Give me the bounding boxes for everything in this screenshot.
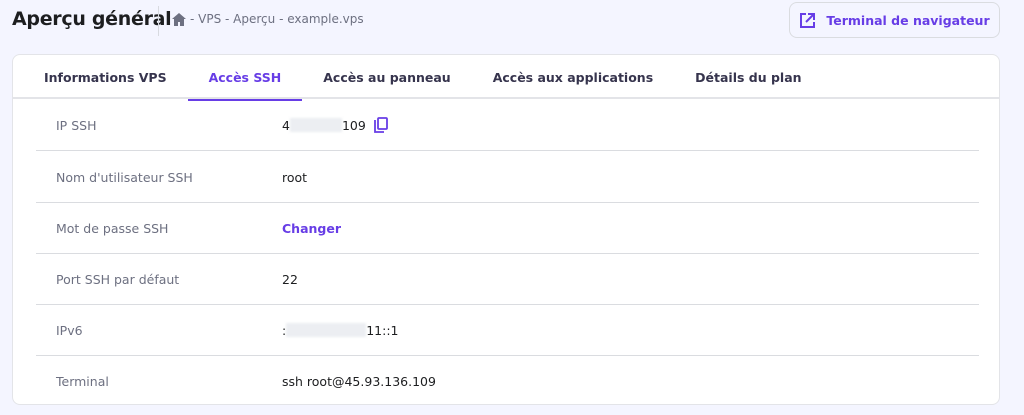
row-value: root	[282, 169, 308, 185]
ssh-command: ssh root@45.93.136.109	[282, 374, 436, 389]
row-label: Port SSH par défaut	[56, 271, 180, 287]
browser-terminal-label: Terminal de navigateur	[826, 12, 990, 28]
redacted-block	[289, 118, 342, 132]
row-ssh-username: Nom d'utilisateur SSH root	[36, 152, 979, 203]
row-ssh-port: Port SSH par défaut 22	[36, 254, 979, 305]
redacted-block	[286, 323, 367, 337]
copy-icon[interactable]	[373, 117, 388, 133]
divider	[158, 6, 159, 36]
row-ipv6: IPv6 : 11::1	[36, 305, 979, 356]
row-label: Mot de passe SSH	[56, 220, 169, 236]
browser-terminal-button[interactable]: Terminal de navigateur	[789, 2, 1000, 38]
row-label: IPv6	[56, 322, 83, 338]
tab-bar: Informations VPS Accès SSH Accès au pann…	[13, 55, 999, 101]
tab-panel-access[interactable]: Accès au panneau	[302, 55, 471, 99]
tab-plan-details[interactable]: Détails du plan	[674, 55, 822, 99]
tab-vps-info[interactable]: Informations VPS	[23, 55, 188, 99]
row-terminal: Terminal ssh root@45.93.136.109	[36, 356, 979, 407]
ipv6-suffix: 11::1	[366, 322, 399, 338]
ipv6-value: : 11::1	[282, 323, 399, 338]
tab-app-access[interactable]: Accès aux applications	[472, 55, 674, 99]
breadcrumb-text[interactable]: - VPS - Aperçu - example.vps	[190, 12, 364, 26]
breadcrumb: - VPS - Aperçu - example.vps	[172, 12, 364, 26]
row-ssh-password: Mot de passe SSH Changer	[36, 203, 979, 254]
row-label: Nom d'utilisateur SSH	[56, 169, 193, 185]
ssh-access-card: Informations VPS Accès SSH Accès au pann…	[12, 54, 1000, 405]
home-icon[interactable]	[172, 12, 186, 26]
ssh-ip-value: 4 109	[282, 117, 388, 133]
page-title: Aperçu général	[12, 8, 172, 30]
row-label: IP SSH	[56, 117, 97, 133]
external-link-icon	[800, 12, 816, 28]
ip-prefix: 4	[282, 117, 290, 133]
row-label: Terminal	[56, 374, 109, 389]
ip-suffix: 109	[341, 117, 366, 133]
change-password-link[interactable]: Changer	[282, 221, 341, 236]
row-ssh-ip: IP SSH 4 109	[36, 100, 979, 151]
tab-ssh-access[interactable]: Accès SSH	[187, 55, 303, 101]
row-value: 22	[282, 271, 298, 287]
